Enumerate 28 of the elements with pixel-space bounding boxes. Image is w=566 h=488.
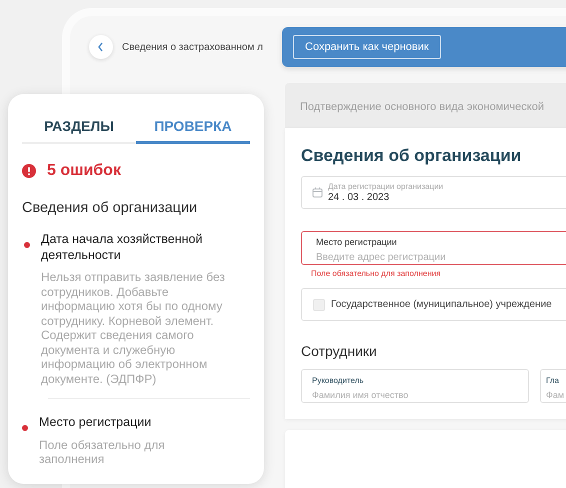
tab[interactable]: ПРОВЕРКА xyxy=(136,110,250,144)
group-title: Сведения об организации xyxy=(22,200,198,216)
section-title: Сведения об организации xyxy=(301,146,522,166)
input-field[interactable]: Фамилия имя отчество xyxy=(312,390,492,400)
error-title[interactable]: Место регистрации xyxy=(39,415,227,430)
input-field[interactable]: Введите адрес регистрации xyxy=(316,252,536,263)
chevron-left-icon xyxy=(97,42,105,52)
error-title[interactable]: Дата начала хозяйственной деятельности xyxy=(41,232,229,263)
error-count: 5 ошибок xyxy=(47,162,121,180)
field-label: Гла xyxy=(546,376,560,385)
error-dot xyxy=(22,425,28,431)
back-button[interactable] xyxy=(89,35,113,59)
calendar-icon xyxy=(312,187,323,198)
field-label: Место регистрации xyxy=(316,237,398,247)
error-icon xyxy=(22,164,36,178)
error-description: Нельзя отправить заявление без сотрудников. Добавьте информацию хотя бы по одному сотруднику. Корневой элемент. Содержит сведения самого документа и служебную информацию об электронном документе. (ЭДПФР) xyxy=(41,270,226,386)
save-draft-button[interactable]: Сохранить как черновик xyxy=(293,35,441,59)
checkbox[interactable] xyxy=(313,298,325,310)
date-field[interactable]: Дата регистрации организации 24 . 03 . 2023 xyxy=(301,176,566,209)
error-message: Поле обязательно для заполнения xyxy=(311,269,442,279)
error-dot xyxy=(24,242,30,248)
input-field[interactable]: Фам xyxy=(546,390,566,400)
tab[interactable]: РАЗДЕЛЫ xyxy=(22,110,136,144)
field-label: Руководитель xyxy=(312,376,365,385)
error-description: Поле обязательно для заполнения xyxy=(39,438,166,466)
checkbox-label: Государственное (муниципальное) учреждение xyxy=(331,299,552,310)
breadcrumb[interactable]: Сведения о застрахованном л xyxy=(122,42,263,52)
subsection-title: Сотрудники xyxy=(301,343,378,359)
